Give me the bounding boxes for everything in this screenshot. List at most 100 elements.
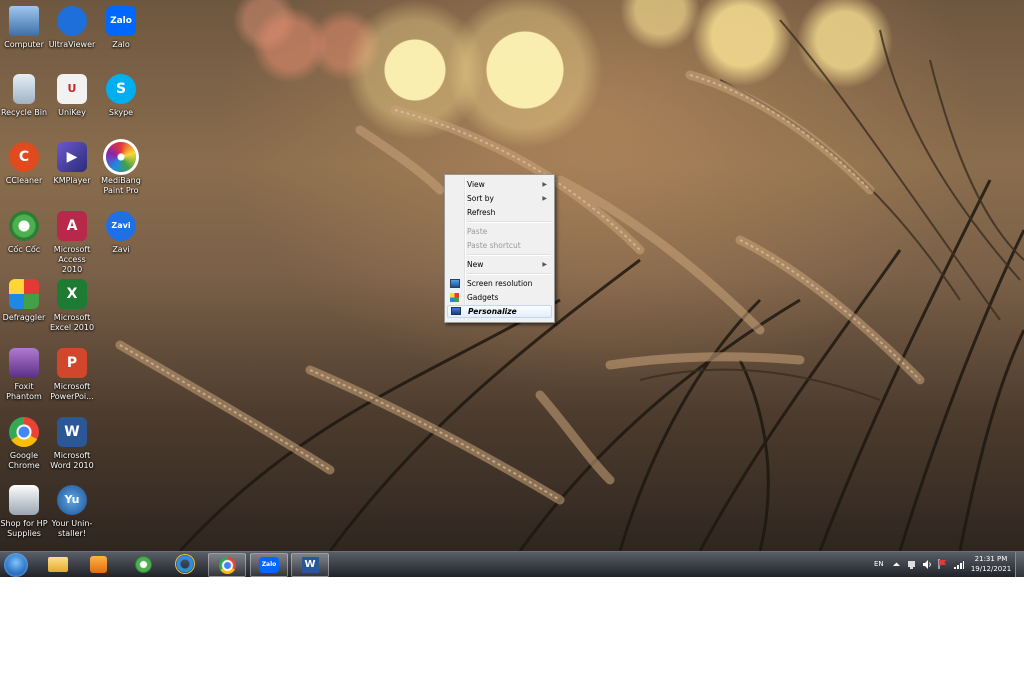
taskbar-internet-explorer[interactable] (167, 553, 203, 575)
desktop-icon-access-2010[interactable]: A Microsoft Access 2010 (48, 207, 96, 275)
desktop-icon-label: Defraggler (2, 313, 46, 322)
desktop-icon-label: Microsoft Word 2010 (50, 451, 94, 470)
menu-item-label: Personalize (468, 307, 517, 316)
media-player-icon (89, 555, 107, 573)
desktop-icon-label: CCleaner (5, 176, 43, 185)
taskbar-zalo[interactable]: Zalo (250, 553, 288, 577)
desktop-icon-coc-coc[interactable]: Cốc Cốc (0, 207, 48, 255)
taskbar: Zalo W EN 21:31 PM 19/12/2021 (0, 551, 1024, 577)
unikey-icon: U (57, 74, 87, 104)
desktop-icon-ultraviewer[interactable]: UltraViewer (48, 2, 96, 50)
tray-app-icon[interactable] (907, 552, 916, 577)
desktop-icon-unikey[interactable]: U UniKey (48, 70, 96, 118)
desktop-icon-zalo[interactable]: Zalo Zalo (97, 2, 145, 50)
desktop-icon-shop-hp[interactable]: Shop for HP Supplies (0, 481, 48, 539)
desktop-icon-computer[interactable]: Computer (0, 2, 48, 50)
menu-item-label: Paste (467, 227, 488, 236)
desktop-icon-label: UniKey (58, 108, 86, 117)
menu-item-refresh[interactable]: Refresh (447, 206, 552, 219)
action-center-button[interactable] (938, 552, 948, 577)
menu-item-sort-by[interactable]: Sort by ▶ (447, 192, 552, 205)
submenu-arrow-icon: ▶ (542, 195, 547, 202)
taskbar-media-player[interactable] (80, 553, 116, 575)
desktop-icon-label: Zavi (112, 245, 130, 254)
menu-item-screen-resolution[interactable]: Screen resolution (447, 277, 552, 290)
menu-item-paste-shortcut[interactable]: Paste shortcut (447, 239, 552, 252)
desktop-icon-label: Shop for HP Supplies (0, 519, 48, 538)
computer-icon (9, 6, 39, 36)
network-tray-icon (908, 560, 915, 569)
desktop-icon-zavi[interactable]: Zavi Zavi (97, 207, 145, 255)
zavi-icon: Zavi (106, 211, 136, 241)
desktop-icon-foxit-phantom[interactable]: Foxit Phantom (0, 344, 48, 402)
menu-item-personalize[interactable]: Personalize (447, 305, 552, 318)
menu-separator (467, 254, 551, 256)
menu-separator (467, 273, 551, 275)
menu-item-label: Gadgets (467, 293, 499, 302)
word-icon: W (57, 417, 87, 447)
desktop-icon-kmplayer[interactable]: ▶ KMPlayer (48, 138, 96, 186)
desktop-context-menu: View ▶ Sort by ▶ Refresh Paste Paste sho… (444, 174, 555, 323)
chevron-up-icon (893, 562, 900, 566)
desktop-icon-google-chrome[interactable]: Google Chrome (0, 413, 48, 471)
submenu-arrow-icon: ▶ (542, 261, 547, 268)
kmplayer-icon: ▶ (57, 142, 87, 172)
show-hidden-icons-button[interactable] (893, 552, 900, 577)
printer-icon (9, 485, 39, 515)
clock[interactable]: 21:31 PM 19/12/2021 (966, 554, 1016, 574)
desktop-icon-word-2010[interactable]: W Microsoft Word 2010 (48, 413, 96, 471)
menu-item-view[interactable]: View ▶ (447, 178, 552, 191)
show-desktop-button[interactable] (1015, 552, 1024, 577)
chrome-icon (218, 556, 236, 574)
start-button[interactable] (4, 553, 28, 577)
coc-coc-icon (9, 211, 39, 241)
desktop-icon-label: Your Unin-staller! (51, 519, 93, 538)
uninstaller-icon: Yu (57, 485, 87, 515)
taskbar-coc-coc[interactable] (125, 553, 161, 575)
volume-button[interactable] (923, 552, 933, 577)
desktop-icon-your-uninstaller[interactable]: Yu Your Unin-staller! (48, 481, 96, 539)
desktop-icon-label: KMPlayer (53, 176, 91, 185)
submenu-arrow-icon: ▶ (542, 181, 547, 188)
desktop-icon-recycle-bin[interactable]: Recycle Bin (0, 70, 48, 118)
signal-bars-icon (954, 560, 964, 569)
language-indicator[interactable]: EN (874, 552, 884, 577)
menu-item-label: View (467, 180, 485, 189)
desktop-icon-label: Microsoft PowerPoi... (50, 382, 94, 401)
menu-item-new[interactable]: New ▶ (447, 258, 552, 271)
flag-alert-icon (938, 559, 946, 569)
clock-date: 19/12/2021 (970, 565, 1012, 573)
menu-item-label: Paste shortcut (467, 241, 521, 250)
desktop-icon-powerpoint[interactable]: P Microsoft PowerPoi... (48, 344, 96, 402)
taskbar-word[interactable]: W (291, 553, 329, 577)
desktop-icon-label: Computer (4, 40, 44, 49)
skype-icon: S (106, 74, 136, 104)
desktop-icon-label: Zalo (112, 40, 130, 49)
menu-separator (467, 221, 551, 223)
desktop-icon-medibang[interactable]: MediBang Paint Pro (97, 138, 145, 196)
desktop-icon-excel-2010[interactable]: X Microsoft Excel 2010 (48, 275, 96, 333)
taskbar-chrome[interactable] (208, 553, 246, 577)
coc-coc-icon (134, 555, 152, 573)
menu-item-gadgets[interactable]: Gadgets (447, 291, 552, 304)
menu-item-paste[interactable]: Paste (447, 225, 552, 238)
word-icon: W (301, 557, 319, 573)
desktop-icon-label: Microsoft Access 2010 (53, 245, 91, 274)
foxit-phantom-icon (9, 348, 39, 378)
menu-item-label: Sort by (467, 194, 494, 203)
desktop[interactable]: Computer Recycle Bin C CCleaner Cốc Cốc … (0, 0, 1024, 551)
desktop-icon-label: UltraViewer (48, 40, 96, 49)
desktop-icon-ccleaner[interactable]: C CCleaner (0, 138, 48, 186)
taskbar-explorer[interactable] (40, 553, 76, 575)
wifi-button[interactable] (954, 552, 964, 577)
menu-item-label: New (467, 260, 484, 269)
desktop-icon-defraggler[interactable]: Defraggler (0, 275, 48, 323)
defraggler-icon (9, 279, 39, 309)
ultraviewer-icon (57, 6, 87, 36)
excel-icon: X (57, 279, 87, 309)
chrome-icon (9, 417, 39, 447)
personalize-icon (451, 307, 461, 315)
desktop-icon-skype[interactable]: S Skype (97, 70, 145, 118)
speaker-icon (923, 559, 931, 569)
folder-icon (48, 556, 68, 572)
